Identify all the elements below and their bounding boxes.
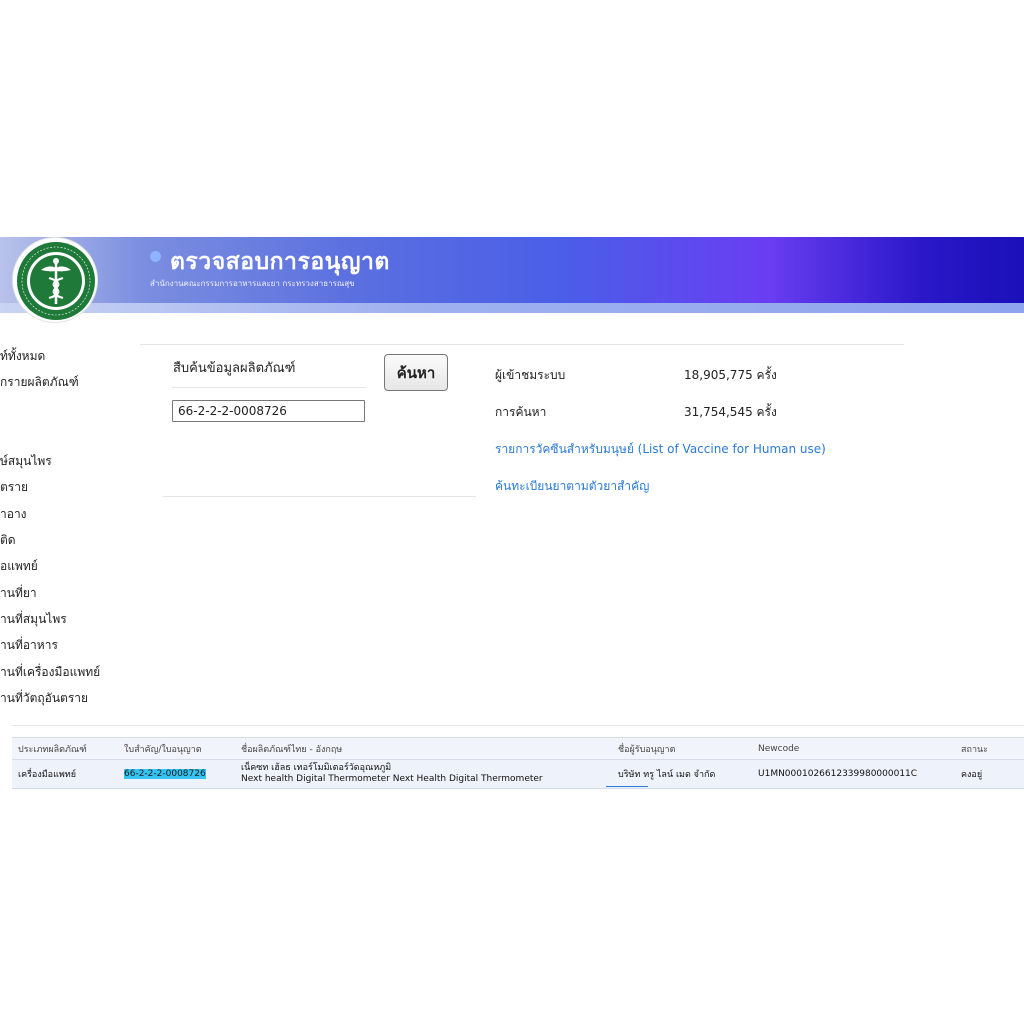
searches-value: 31,754,545 ครั้ง — [684, 405, 777, 419]
table-row[interactable]: เครื่องมือแพทย์ 66-2-2-2-0008726 เน็คซท … — [12, 759, 1024, 789]
ministry-seal-icon — [17, 242, 95, 320]
sidebar-item-drug-premises[interactable]: านที่ยา — [0, 584, 37, 603]
content-divider — [140, 344, 904, 345]
column-header-licensee[interactable]: ชื่อผู้รับอนุญาต — [612, 737, 752, 760]
search-panel-divider — [163, 496, 476, 497]
page-subtitle: สำนักงานคณะกรรมการอาหารและยา กระทรวงสาธา… — [150, 279, 355, 288]
title-bullet-icon — [150, 251, 161, 262]
column-header-license[interactable]: ใบสำคัญ/ใบอนุญาต — [118, 737, 235, 760]
search-heading: สืบค้นข้อมูลผลิตภัณฑ์ — [173, 361, 296, 376]
column-header-type[interactable]: ประเภทผลิตภัณฑ์ — [12, 737, 118, 760]
sidebar-item-herbal[interactable]: ษ์สมุนไพร — [0, 452, 52, 471]
search-input[interactable] — [172, 400, 365, 422]
cell-newcode: U1MN0001026612339980000011C — [752, 759, 955, 789]
drug-search-link[interactable]: ค้นทะเบียนยาตามตัวยาสำคัญ — [495, 477, 649, 496]
search-button[interactable]: ค้นหา — [384, 354, 448, 391]
results-divider — [12, 725, 1024, 726]
sidebar-item-all-products[interactable]: ท์ทั้งหมด — [0, 347, 45, 366]
cell-type: เครื่องมือแพทย์ — [12, 759, 118, 789]
license-highlight[interactable]: 66-2-2-2-0008726 — [124, 769, 206, 779]
sidebar-item-device-premises[interactable]: านที่เครื่องมือแพทย์ — [0, 663, 100, 682]
sidebar-item-narcotics[interactable]: ติด — [0, 531, 16, 550]
sidebar-item-medical-device[interactable]: อแพทย์ — [0, 557, 38, 576]
cell-status: คงอยู่ — [955, 759, 1024, 789]
sidebar-item-product-list[interactable]: กรายผลิตภัณฑ์ — [0, 373, 79, 392]
results-table: ประเภทผลิตภัณฑ์ ใบสำคัญ/ใบอนุญาต ชื่อผลิ… — [12, 737, 1024, 789]
ministry-logo — [12, 237, 98, 323]
sidebar-item-hazardous-premises[interactable]: านที่วัตถุอันตราย — [0, 689, 88, 708]
cell-license[interactable]: 66-2-2-2-0008726 — [118, 759, 235, 789]
sidebar-menu: ท์ทั้งหมด กรายผลิตภัณฑ์ ษ์สมุนไพร ตราย ำ… — [0, 340, 140, 720]
page-title: ตรวจสอบการอนุญาต — [170, 249, 390, 275]
cell-product-name: เน็คซท เฮ้ลธ เทอร์โมมิเตอร์วัดอุณหภูมิ N… — [235, 759, 612, 789]
search-heading-divider — [172, 387, 366, 388]
vaccine-list-link[interactable]: รายการวัคซีนสำหรับมนุษย์ (List of Vaccin… — [495, 440, 826, 459]
sidebar-item-food-premises[interactable]: านที่อาหาร — [0, 636, 58, 655]
cell-licensee: บริษัท ทรู ไลน์ เมด จำกัด — [612, 759, 752, 789]
header-stripe — [0, 303, 1024, 313]
column-header-newcode[interactable]: Newcode — [752, 737, 955, 760]
row-scroll-indicator — [606, 786, 648, 787]
header-banner — [0, 237, 1024, 303]
visitors-label: ผู้เข้าชมระบบ — [495, 368, 566, 382]
product-name-thai: เน็คซท เฮ้ลธ เทอร์โมมิเตอร์วัดอุณหภูมิ — [241, 763, 392, 773]
visitors-value: 18,905,775 ครั้ง — [684, 368, 777, 382]
sidebar-item-cosmetics[interactable]: ำอาง — [0, 505, 27, 524]
sidebar-item-hazardous[interactable]: ตราย — [0, 478, 28, 497]
sidebar-item-herbal-premises[interactable]: านที่สมุนไพร — [0, 610, 67, 629]
column-header-status[interactable]: สถานะ — [955, 737, 1024, 760]
searches-label: การค้นหา — [495, 405, 547, 419]
column-header-product-name[interactable]: ชื่อผลิตภัณฑ์ไทย - อังกฤษ — [235, 737, 612, 760]
product-name-english: Next health Digital Thermometer Next Hea… — [241, 774, 543, 784]
table-header-row: ประเภทผลิตภัณฑ์ ใบสำคัญ/ใบอนุญาต ชื่อผลิ… — [12, 737, 1024, 760]
